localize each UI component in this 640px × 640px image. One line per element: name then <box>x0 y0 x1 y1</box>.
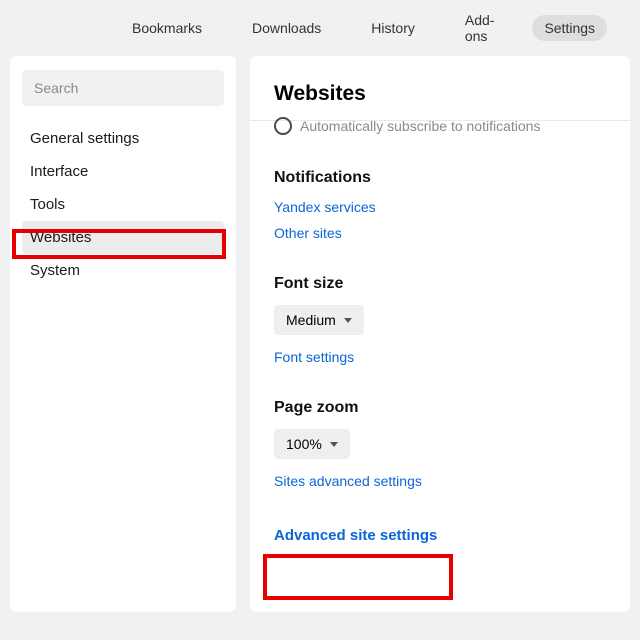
nav-settings[interactable]: Settings <box>532 15 607 41</box>
section-fontsize: Font size Medium Font settings <box>274 275 606 365</box>
sidebar-item-tools[interactable]: Tools <box>22 188 224 221</box>
link-advanced-site-settings[interactable]: Advanced site settings <box>274 527 437 544</box>
link-font-settings[interactable]: Font settings <box>274 349 606 365</box>
fontsize-value: Medium <box>286 312 336 328</box>
section-notifications: Notifications Yandex services Other site… <box>274 169 606 241</box>
sidebar-item-interface[interactable]: Interface <box>22 155 224 188</box>
sidebar-item-general[interactable]: General settings <box>22 122 224 155</box>
truncated-label: Automatically subscribe to notifications <box>300 118 540 134</box>
link-yandex-services[interactable]: Yandex services <box>274 199 606 215</box>
nav-protect[interactable]: Protect <box>633 15 640 41</box>
fontsize-select[interactable]: Medium <box>274 305 364 335</box>
section-pagezoom: Page zoom 100% Sites advanced settings <box>274 399 606 489</box>
main-panel: Websites Automatically subscribe to noti… <box>250 56 630 612</box>
pagezoom-value: 100% <box>286 436 322 452</box>
nav-history[interactable]: History <box>359 15 427 41</box>
page-title: Websites <box>274 82 606 106</box>
sidebar: Search General settings Interface Tools … <box>10 56 236 612</box>
link-sites-advanced[interactable]: Sites advanced settings <box>274 473 606 489</box>
notifications-title: Notifications <box>274 169 606 187</box>
search-input[interactable]: Search <box>22 70 224 106</box>
nav-addons[interactable]: Add-ons <box>453 7 507 49</box>
sidebar-item-websites[interactable]: Websites <box>22 221 224 254</box>
sidebar-item-system[interactable]: System <box>22 254 224 287</box>
nav-bookmarks[interactable]: Bookmarks <box>120 15 214 41</box>
truncated-row[interactable]: Automatically subscribe to notifications <box>274 117 606 135</box>
chevron-down-icon <box>330 442 338 447</box>
section-advanced: Advanced site settings <box>274 519 606 545</box>
fontsize-title: Font size <box>274 275 606 293</box>
pagezoom-select[interactable]: 100% <box>274 429 350 459</box>
pagezoom-title: Page zoom <box>274 399 606 417</box>
link-other-sites[interactable]: Other sites <box>274 225 606 241</box>
chevron-down-icon <box>344 318 352 323</box>
radio-icon <box>274 117 292 135</box>
nav-downloads[interactable]: Downloads <box>240 15 333 41</box>
top-nav: Bookmarks Downloads History Add-ons Sett… <box>0 0 640 56</box>
